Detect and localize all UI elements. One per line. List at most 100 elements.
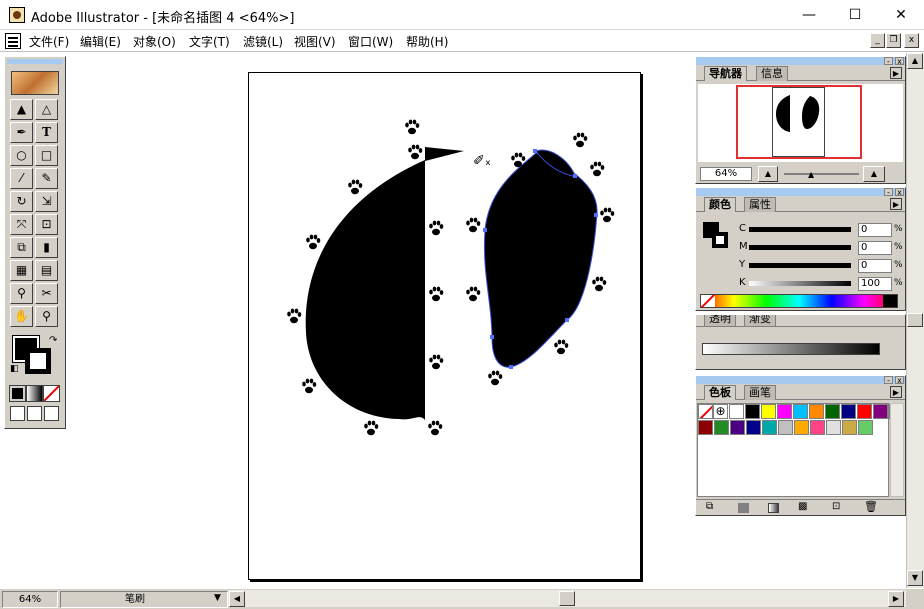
zoom-out-icon[interactable]: ▲ xyxy=(758,166,778,182)
tab-color[interactable]: 颜色 xyxy=(704,197,736,212)
tab-attributes[interactable]: 属性 xyxy=(744,197,776,212)
direct-selection-tool[interactable]: △ xyxy=(35,99,58,120)
graph-tool[interactable]: ▮ xyxy=(35,237,58,258)
swatch-color[interactable] xyxy=(777,404,792,419)
color-spectrum[interactable] xyxy=(700,294,898,308)
panel-close-button[interactable]: x xyxy=(895,188,904,197)
selection-tool[interactable]: ▲ xyxy=(10,99,33,120)
vertical-scroll-thumb[interactable] xyxy=(907,313,923,327)
gradient-tool[interactable]: ▤ xyxy=(35,260,58,281)
gradient-slider[interactable] xyxy=(702,343,880,355)
menu-edit[interactable]: 编辑(E) xyxy=(80,33,121,50)
swatch-color[interactable] xyxy=(761,404,776,419)
blend-tool[interactable]: ⧉ xyxy=(10,237,33,258)
gradient-mode-button[interactable] xyxy=(26,385,43,402)
panel-menu-arrow-icon[interactable]: ▶ xyxy=(890,386,902,398)
eyedropper-tool[interactable]: ⚲ xyxy=(10,283,33,304)
paintbrush-tool[interactable]: ⁄ xyxy=(10,168,33,189)
status-dropdown-icon[interactable]: ▼ xyxy=(214,593,221,603)
scroll-down-icon[interactable]: ▼ xyxy=(907,570,923,586)
hand-tool[interactable]: ✋ xyxy=(10,306,33,327)
channel-slider[interactable] xyxy=(749,263,851,268)
swatch-color[interactable] xyxy=(826,420,841,435)
mdi-minimize-button[interactable]: _ xyxy=(870,33,885,48)
channel-slider[interactable] xyxy=(749,227,851,232)
swatch-color[interactable] xyxy=(825,404,840,419)
panel-minimize-button[interactable]: - xyxy=(884,57,893,66)
artwork-canvas[interactable]: ✐ₓ xyxy=(249,73,642,581)
pen-tool[interactable]: ✒ xyxy=(10,122,33,143)
panel-menu-arrow-icon[interactable]: ▶ xyxy=(890,67,902,79)
swap-colors-icon[interactable]: ↷ xyxy=(49,335,57,346)
scroll-up-icon[interactable]: ▲ xyxy=(907,53,923,69)
reflect-tool[interactable]: ⤧ xyxy=(10,214,33,235)
panel-menu-arrow-icon[interactable]: ▶ xyxy=(890,198,902,210)
tab-swatches[interactable]: 色板 xyxy=(704,385,736,400)
navigator-zoom-field[interactable]: 64% xyxy=(700,167,752,181)
swatch-color[interactable] xyxy=(873,404,888,419)
swatch-color[interactable] xyxy=(730,420,745,435)
show-all-swatches-icon[interactable]: ⧉ xyxy=(706,501,713,512)
gradient-mesh-tool[interactable]: ▦ xyxy=(10,260,33,281)
show-color-swatches-icon[interactable] xyxy=(738,503,749,513)
channel-value-field[interactable]: 0 xyxy=(858,223,892,237)
swatch-color[interactable] xyxy=(698,420,713,435)
menu-type[interactable]: 文字(T) xyxy=(189,33,230,50)
zoom-in-icon[interactable]: ▲ xyxy=(863,166,885,182)
color-mode-button[interactable] xyxy=(9,385,26,402)
zoom-slider[interactable] xyxy=(784,173,859,175)
zoom-slider-thumb-icon[interactable]: ▲ xyxy=(808,170,814,179)
panel-title-bar[interactable]: - x xyxy=(696,188,905,197)
zoom-tool[interactable]: ⚲ xyxy=(35,306,58,327)
channel-slider[interactable] xyxy=(749,245,851,250)
standard-screen-mode-button[interactable] xyxy=(10,406,25,421)
swatch-color[interactable] xyxy=(794,420,809,435)
horizontal-scrollbar[interactable]: ◀ ▶ xyxy=(228,590,906,607)
scroll-right-icon[interactable]: ▶ xyxy=(888,591,904,607)
navigator-preview[interactable] xyxy=(698,84,903,162)
tab-gradient[interactable]: 渐变 xyxy=(744,315,776,326)
full-screen-menu-mode-button[interactable] xyxy=(27,406,42,421)
document-icon[interactable] xyxy=(5,33,21,49)
app-icon[interactable] xyxy=(9,7,25,23)
type-tool[interactable]: T xyxy=(35,122,58,143)
menu-file[interactable]: 文件(F) xyxy=(29,33,69,50)
swatch-color[interactable] xyxy=(745,404,760,419)
menu-help[interactable]: 帮助(H) xyxy=(406,33,448,50)
tab-info[interactable]: 信息 xyxy=(756,66,788,81)
artboard[interactable]: ✐ₓ xyxy=(248,72,641,580)
swatch-color[interactable] xyxy=(746,420,761,435)
show-pattern-swatches-icon[interactable]: ▩ xyxy=(798,501,807,512)
channel-value-field[interactable]: 0 xyxy=(858,241,892,255)
left-egg-shape[interactable] xyxy=(305,160,425,420)
show-gradient-swatches-icon[interactable] xyxy=(768,503,779,513)
minimize-button[interactable]: — xyxy=(786,0,832,30)
full-screen-mode-button[interactable] xyxy=(44,406,59,421)
panel-title-bar[interactable]: - x xyxy=(696,57,905,66)
swatch-none[interactable] xyxy=(698,404,713,419)
swatch-scrollbar[interactable] xyxy=(890,403,904,497)
swatch-color[interactable] xyxy=(841,404,856,419)
menu-window[interactable]: 窗口(W) xyxy=(348,33,393,50)
ellipse-tool[interactable]: ○ xyxy=(10,145,33,166)
swatch-color[interactable] xyxy=(842,420,857,435)
menu-filter[interactable]: 滤镜(L) xyxy=(243,33,283,50)
swatch-color[interactable] xyxy=(729,404,744,419)
panel-close-button[interactable]: x xyxy=(895,376,904,385)
status-current-tool[interactable]: 笔刷 xyxy=(60,591,228,608)
trash-icon[interactable]: 🗑 xyxy=(864,500,878,513)
vertical-scrollbar[interactable]: ▲ ▼ xyxy=(906,53,924,588)
swatch-color[interactable] xyxy=(762,420,777,435)
menu-object[interactable]: 对象(O) xyxy=(133,33,176,50)
arrow-tip-shape[interactable] xyxy=(425,147,464,161)
panel-minimize-button[interactable]: - xyxy=(884,188,893,197)
rotate-tool[interactable]: ↻ xyxy=(10,191,33,212)
horizontal-scroll-thumb[interactable] xyxy=(559,591,575,606)
channel-slider[interactable] xyxy=(749,281,851,286)
channel-value-field[interactable]: 100 xyxy=(858,277,892,291)
swatch-color[interactable] xyxy=(810,420,825,435)
new-swatch-icon[interactable]: ⊡ xyxy=(832,501,840,512)
pencil-tool[interactable]: ✎ xyxy=(35,168,58,189)
default-colors-icon[interactable]: ◧ xyxy=(10,364,19,374)
color-stroke-proxy[interactable] xyxy=(712,232,728,248)
